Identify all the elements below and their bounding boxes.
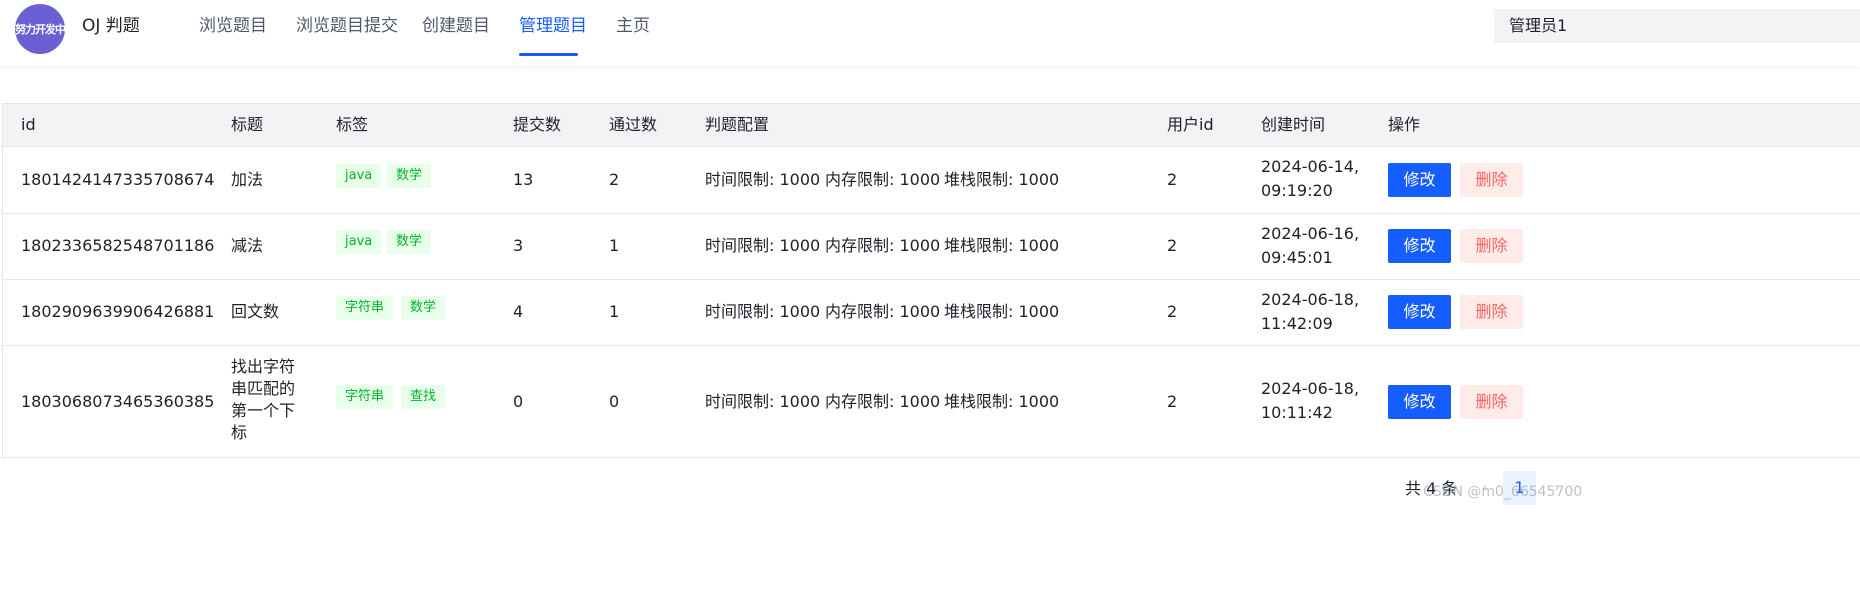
cell-user-id: 2 [1167, 170, 1178, 189]
col-header-user-id: 用户id [1167, 115, 1214, 134]
nav-browse-problems[interactable]: 浏览题目 [199, 14, 267, 38]
cell-time-limit: 时间限制: 1000 [705, 392, 821, 411]
cell-memory-limit: 内存限制: 1000 [825, 302, 941, 321]
cell-title: 找出字符串匹配的第一个下标 [231, 357, 296, 442]
active-nav-indicator [519, 53, 578, 56]
col-header-create-time: 创建时间 [1261, 115, 1326, 134]
cell-stack-limit: 堆栈限制: 1000 [944, 302, 1060, 321]
cell-memory-limit: 内存限制: 1000 [825, 236, 941, 255]
delete-button[interactable]: 删除 [1460, 163, 1523, 197]
table-row: 1803068073465360385 找出字符串匹配的第一个下标 字符串 查找… [3, 346, 1860, 458]
cell-id: 1803068073465360385 [21, 392, 215, 411]
cell-create-date: 2024-06-14, [1261, 157, 1360, 176]
cell-submit-count: 0 [513, 392, 524, 411]
cell-submit-count: 4 [513, 302, 524, 321]
cell-title: 减法 [231, 236, 264, 255]
cell-accepted-count: 1 [609, 236, 620, 255]
user-menu-button[interactable]: 管理员1 [1494, 9, 1860, 43]
tag: 字符串 [336, 385, 394, 409]
tag: 查找 [401, 385, 446, 409]
col-header-title: 标题 [231, 115, 264, 134]
nav-manage-problems[interactable]: 管理题目 [519, 14, 587, 38]
cell-user-id: 2 [1167, 392, 1178, 411]
table-row: 1801424147335708674 加法 java 数学 13 2 时间限制… [3, 147, 1860, 214]
cell-title: 回文数 [231, 302, 280, 321]
cell-stack-limit: 堆栈限制: 1000 [944, 170, 1060, 189]
col-header-id: id [21, 115, 36, 134]
cell-create-time: 09:45:01 [1261, 248, 1333, 267]
cell-submit-count: 13 [513, 170, 534, 189]
watermark: CSDN @m0_66545700 [1423, 484, 1583, 500]
edit-button[interactable]: 修改 [1388, 163, 1451, 197]
col-header-submit: 提交数 [513, 115, 562, 134]
nav-create-problem[interactable]: 创建题目 [422, 14, 490, 38]
cell-stack-limit: 堆栈限制: 1000 [944, 236, 1060, 255]
cell-create-date: 2024-06-18, [1261, 290, 1360, 309]
cell-accepted-count: 2 [609, 170, 620, 189]
tag: 数学 [387, 164, 432, 188]
table-header: id 标题 标签 提交数 通过数 判题配置 用户id 创建时间 操作 [3, 104, 1860, 147]
top-header: 努力开发中 OJ 判题 浏览题目 浏览题目提交 创建题目 管理题目 主页 管理员… [0, 0, 1860, 66]
problems-table: id 标题 标签 提交数 通过数 判题配置 用户id 创建时间 操作 18014… [2, 103, 1860, 458]
col-header-accepted: 通过数 [609, 115, 658, 134]
tag: java [336, 164, 382, 188]
cell-user-id: 2 [1167, 236, 1178, 255]
cell-time-limit: 时间限制: 1000 [705, 236, 821, 255]
cell-id: 1802909639906426881 [21, 302, 215, 321]
table-row: 1802336582548701186 减法 java 数学 3 1 时间限制:… [3, 214, 1860, 280]
edit-button[interactable]: 修改 [1388, 229, 1451, 263]
tag: java [336, 230, 382, 254]
cell-accepted-count: 0 [609, 392, 620, 411]
delete-button[interactable]: 删除 [1460, 229, 1523, 263]
cell-create-date: 2024-06-16, [1261, 224, 1360, 243]
cell-submit-count: 3 [513, 236, 524, 255]
nav-home[interactable]: 主页 [616, 14, 650, 38]
cell-create-time: 09:19:20 [1261, 181, 1333, 200]
cell-id: 1802336582548701186 [21, 236, 215, 255]
tag: 数学 [401, 296, 446, 320]
col-header-judge-config: 判题配置 [705, 115, 770, 134]
cell-title: 加法 [231, 170, 264, 189]
delete-button[interactable]: 删除 [1460, 385, 1523, 419]
cell-memory-limit: 内存限制: 1000 [825, 170, 941, 189]
table-row: 1802909639906426881 回文数 字符串 数学 4 1 时间限制:… [3, 280, 1860, 346]
cell-memory-limit: 内存限制: 1000 [825, 392, 941, 411]
tag: 字符串 [336, 296, 394, 320]
app-title: OJ 判题 [82, 16, 140, 36]
delete-button[interactable]: 删除 [1460, 295, 1523, 329]
logo[interactable]: 努力开发中 [15, 4, 66, 54]
tag: 数学 [387, 230, 432, 254]
cell-accepted-count: 1 [609, 302, 620, 321]
edit-button[interactable]: 修改 [1388, 385, 1451, 419]
cell-create-time: 10:11:42 [1261, 403, 1333, 422]
cell-create-time: 11:42:09 [1261, 314, 1333, 333]
cell-stack-limit: 堆栈限制: 1000 [944, 392, 1060, 411]
cell-user-id: 2 [1167, 302, 1178, 321]
cell-create-date: 2024-06-18, [1261, 379, 1360, 398]
col-header-actions: 操作 [1388, 115, 1421, 134]
cell-time-limit: 时间限制: 1000 [705, 170, 821, 189]
edit-button[interactable]: 修改 [1388, 295, 1451, 329]
cell-time-limit: 时间限制: 1000 [705, 302, 821, 321]
col-header-tags: 标签 [336, 115, 369, 134]
cell-id: 1801424147335708674 [21, 170, 215, 189]
nav-browse-submissions[interactable]: 浏览题目提交 [296, 14, 398, 38]
